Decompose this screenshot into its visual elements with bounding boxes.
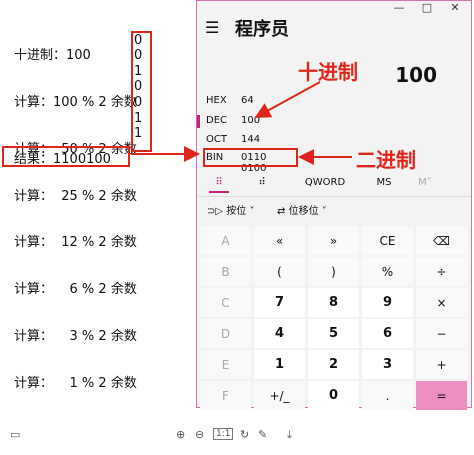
annotation-arrows — [131, 81, 352, 165]
decimal-arrow — [254, 81, 321, 118]
